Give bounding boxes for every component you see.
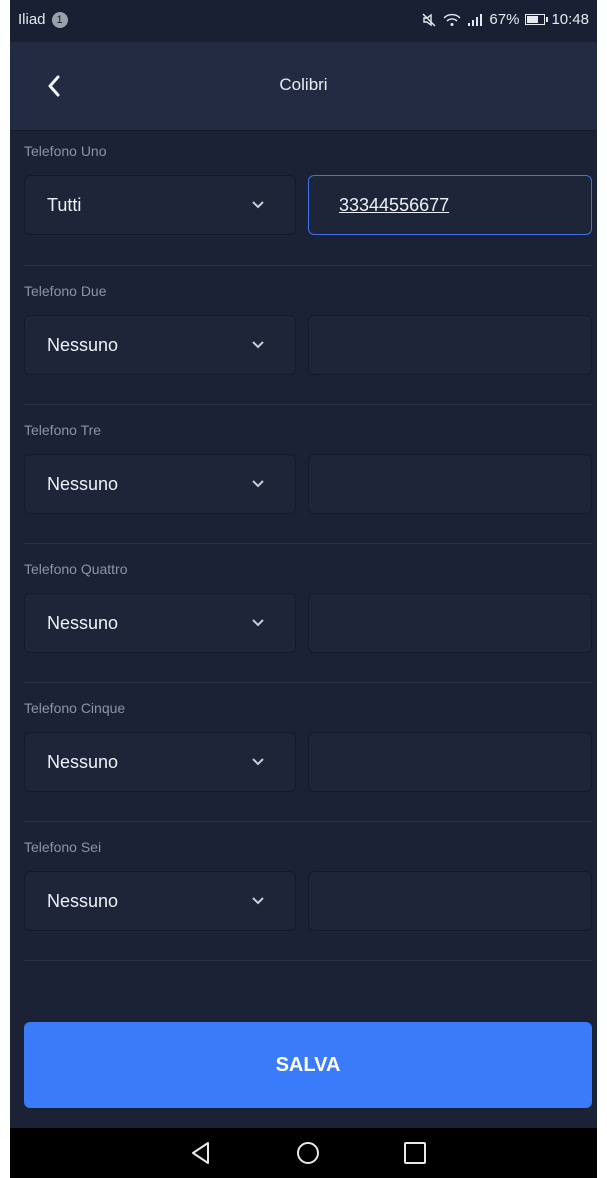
mute-icon	[422, 13, 436, 26]
phone-number-input[interactable]	[308, 871, 592, 931]
system-nav-bar	[10, 1128, 597, 1178]
phone-type-select[interactable]: Nessuno	[24, 871, 296, 931]
chevron-down-icon	[252, 480, 264, 488]
chevron-down-icon	[252, 758, 264, 766]
battery-icon	[525, 14, 549, 25]
select-value: Tutti	[47, 195, 82, 215]
phone-type-select[interactable]: Nessuno	[24, 593, 296, 653]
wifi-icon	[443, 13, 461, 26]
phone-number-input[interactable]	[308, 315, 592, 375]
phone-label: Telefono Sei	[24, 839, 102, 855]
status-bar: Iliad 1 67% 10:48	[10, 0, 597, 42]
chevron-down-icon	[252, 619, 264, 627]
chevron-down-icon	[252, 341, 264, 349]
save-button[interactable]: SALVA	[24, 1022, 592, 1108]
phone-number-input[interactable]	[308, 175, 592, 235]
notification-badge: 1	[51, 11, 68, 28]
page-title: Colibri	[279, 75, 328, 94]
divider	[24, 543, 592, 544]
divider	[24, 265, 592, 266]
chevron-down-icon	[252, 201, 264, 209]
battery-percent: 67%	[489, 11, 520, 28]
phone-type-select[interactable]: Nessuno	[24, 315, 296, 375]
app-screen: Iliad 1 67% 10:48 Colibri Telefono Uno T…	[10, 0, 597, 1178]
select-value: Nessuno	[47, 335, 119, 355]
phone-number-input[interactable]	[308, 454, 592, 514]
select-value: Nessuno	[47, 474, 119, 494]
signal-icon	[468, 13, 483, 26]
divider	[24, 682, 592, 683]
divider	[24, 960, 592, 961]
recents-square-icon[interactable]	[402, 1140, 428, 1166]
app-header: Colibri	[10, 42, 597, 131]
phone-label: Telefono Cinque	[24, 700, 126, 716]
select-value: Nessuno	[47, 752, 119, 772]
phone-label: Telefono Quattro	[24, 561, 128, 577]
carrier-name: Iliad	[18, 11, 46, 28]
phone-type-select[interactable]: Tutti	[24, 175, 296, 235]
select-value: Nessuno	[47, 891, 119, 911]
back-triangle-icon[interactable]	[188, 1140, 214, 1166]
clock: 10:48	[551, 11, 589, 28]
phone-type-select[interactable]: Nessuno	[24, 454, 296, 514]
phone-type-select[interactable]: Nessuno	[24, 732, 296, 792]
phone-label: Telefono Uno	[24, 143, 107, 159]
chevron-down-icon	[252, 897, 264, 905]
phone-number-input[interactable]	[308, 732, 592, 792]
divider	[24, 821, 592, 822]
select-value: Nessuno	[47, 613, 119, 633]
phone-label: Telefono Due	[24, 283, 107, 299]
home-circle-icon[interactable]	[295, 1140, 321, 1166]
phone-label: Telefono Tre	[24, 422, 102, 438]
divider	[24, 404, 592, 405]
phone-number-input[interactable]	[308, 593, 592, 653]
